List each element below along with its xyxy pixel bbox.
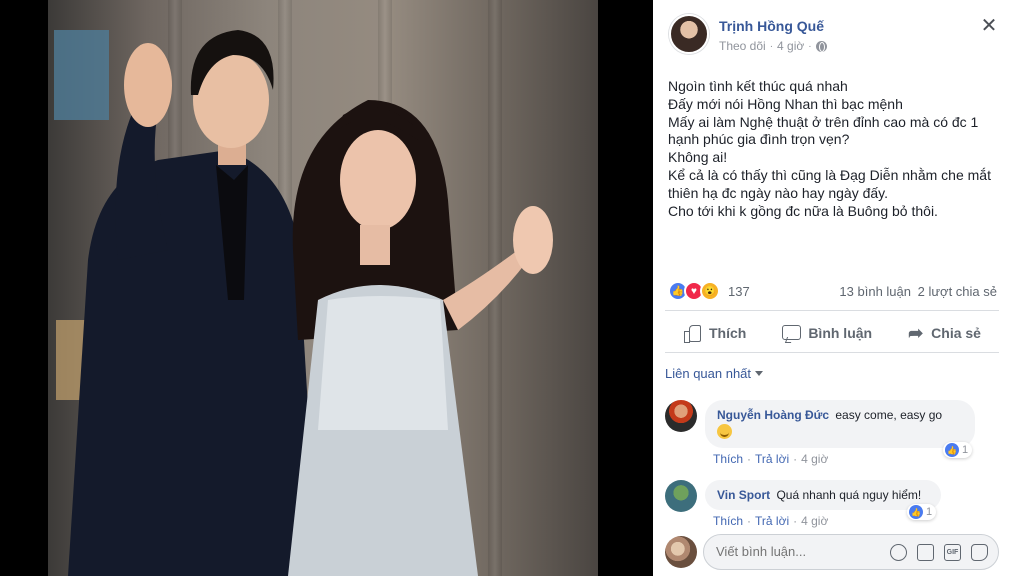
post-text-line: Ngoìn tình kết thúc quá nhah <box>668 78 848 94</box>
post-text-line: Không ai! <box>668 149 728 166</box>
man-suit <box>68 150 318 576</box>
comment-text: easy come, easy go <box>835 408 943 422</box>
sticker-icon[interactable] <box>971 544 988 561</box>
like-reaction-icon: 👍 <box>909 505 923 519</box>
comment-button[interactable]: Bình luận <box>782 324 872 342</box>
comment-like-count: 1 <box>926 506 933 518</box>
author-name[interactable]: Trịnh Hồng Quế <box>719 18 824 34</box>
post-side-panel: Trịnh Hồng Quế Theo dõi · 4 giờ · ✕ Ngoì… <box>653 0 1011 576</box>
reaction-icons[interactable]: 👍 ♥ 😮 <box>668 281 720 301</box>
comment-actions: Thích · Trả lời · 4 giờ <box>713 514 828 528</box>
commenter-name[interactable]: Nguyễn Hoàng Đức <box>717 408 829 422</box>
woman-bodice <box>318 296 448 430</box>
post-meta: Theo dõi · 4 giờ · <box>719 39 827 53</box>
like-reaction-icon: 👍 <box>945 443 959 457</box>
shares-count[interactable]: 2 lượt chia sẻ <box>918 284 997 299</box>
share-button[interactable]: ➦ Chia sẻ <box>908 324 981 342</box>
like-button[interactable]: Thích <box>683 324 747 343</box>
post-text: Ngoìn tình kết thúc quá nhah Đấy mới nói… <box>668 78 999 220</box>
comment-like-link[interactable]: Thích <box>713 514 743 528</box>
comment-composer: GIF <box>665 534 999 570</box>
divider <box>665 352 999 353</box>
post-text-line: Kể cả là có thấy thì cũng là Đạg Diễn nh… <box>668 166 991 183</box>
reaction-count[interactable]: 137 <box>728 284 750 299</box>
comment-filter-dropdown[interactable]: Liên quan nhất <box>665 366 764 381</box>
post-text-line: Cho tới khi k gồng đc nữa là Buông bỏ th… <box>668 202 938 219</box>
emoji-icon[interactable] <box>890 544 907 561</box>
comment-text: Quá nhanh quá nguy hiểm! <box>776 488 922 502</box>
commenter-avatar[interactable] <box>665 480 697 512</box>
photo-viewer <box>0 0 653 576</box>
share-icon: ➦ <box>908 323 924 343</box>
separator-dot: · <box>793 514 798 528</box>
separator-dot: · <box>808 40 812 52</box>
post-text-line: thiên hạ đc ngày nào hay ngày đấy. <box>668 184 889 201</box>
comment-bubble: Vin Sport Quá nhanh quá nguy hiểm! <box>705 480 941 510</box>
thumbs-up-icon <box>683 324 701 343</box>
post-header: Trịnh Hồng Quế Theo dõi · 4 giờ · ✕ <box>669 14 999 56</box>
comment-button-label: Bình luận <box>808 325 873 341</box>
grinning-emoji-icon <box>717 424 732 440</box>
separator-dot: · <box>769 40 774 52</box>
comment-like-link[interactable]: Thích <box>713 452 743 466</box>
like-button-label: Thích <box>708 325 747 341</box>
comment-like-count: 1 <box>962 444 969 456</box>
post-text-line: hạnh phúc gia đình trọn vẹn? <box>668 131 850 148</box>
post-text-line: Đấy mới nói Hồng Nhan thì bạc mệnh <box>668 95 903 112</box>
comment-bubble: Nguyễn Hoàng Đức easy come, easy go <box>705 400 975 448</box>
comment-like-badge[interactable]: 👍 1 <box>943 442 973 458</box>
gif-icon[interactable]: GIF <box>944 544 961 561</box>
comment-icon <box>782 324 802 342</box>
camera-icon[interactable] <box>917 544 934 561</box>
post-text-line: Mấy ai làm Nghệ thuật ở trên đỉnh cao mà… <box>668 113 979 130</box>
comment-input-box[interactable]: GIF <box>703 534 999 570</box>
comments-count[interactable]: 13 bình luận <box>839 284 911 299</box>
caret-down-icon <box>755 371 764 376</box>
follow-link[interactable]: Theo dõi <box>719 39 766 53</box>
comment-input[interactable] <box>716 544 866 559</box>
author-avatar[interactable] <box>669 14 709 54</box>
close-icon[interactable]: ✕ <box>979 16 999 36</box>
man-hand <box>124 43 172 127</box>
share-button-label: Chia sẻ <box>931 325 981 341</box>
comment-like-badge[interactable]: 👍 1 <box>907 504 937 520</box>
globe-icon[interactable] <box>815 40 827 52</box>
post-photo[interactable] <box>48 0 598 576</box>
post-time[interactable]: 4 giờ <box>777 39 804 53</box>
comment-item: Nguyễn Hoàng Đức easy come, easy go 👍 1 … <box>665 400 999 470</box>
woman-face <box>340 130 416 230</box>
separator-dot: · <box>747 452 752 466</box>
comment-item: Vin Sport Quá nhanh quá nguy hiểm! 👍 1 T… <box>665 480 999 530</box>
woman-hand <box>513 206 553 274</box>
comment-reply-link[interactable]: Trả lời <box>755 514 789 528</box>
woman-neck <box>360 225 390 265</box>
post-actions: Thích Bình luận ➦ Chia sẻ <box>665 315 999 351</box>
reactions-summary: 👍 ♥ 😮 137 13 bình luận 2 lượt chia sẻ <box>668 281 997 303</box>
comment-reply-link[interactable]: Trả lời <box>755 452 789 466</box>
commenter-name[interactable]: Vin Sport <box>717 488 770 502</box>
woman-arm <box>443 250 528 330</box>
separator-dot: · <box>747 514 752 528</box>
comment-time[interactable]: 4 giờ <box>801 452 828 466</box>
comment-time[interactable]: 4 giờ <box>801 514 828 528</box>
comment-filter-label: Liên quan nhất <box>665 366 752 381</box>
wow-reaction-icon: 😮 <box>700 281 720 301</box>
composer-icons: GIF <box>890 544 988 561</box>
commenter-avatar[interactable] <box>665 400 697 432</box>
divider <box>665 310 999 311</box>
photo-figures <box>68 30 553 576</box>
separator-dot: · <box>793 452 798 466</box>
current-user-avatar[interactable] <box>665 536 697 568</box>
comment-actions: Thích · Trả lời · 4 giờ <box>713 452 828 466</box>
